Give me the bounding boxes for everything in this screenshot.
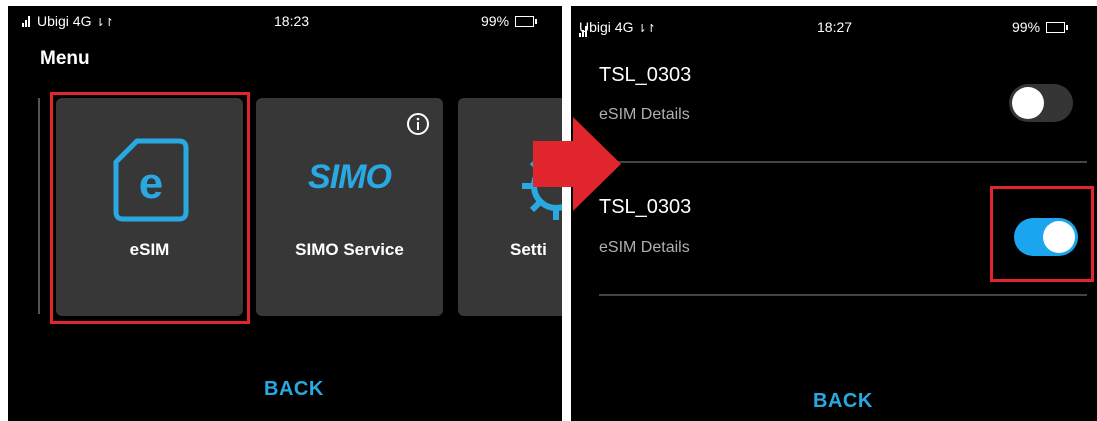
data-arrows-icon: ⇂↾ — [637, 23, 656, 35]
profile-toggle-off[interactable] — [1009, 84, 1073, 122]
battery-group: 99% — [481, 13, 538, 29]
row-divider — [599, 294, 1087, 296]
status-bar: Ubigi 4G ⇂↾ 18:27 99% — [571, 6, 1097, 37]
signal-icon — [579, 26, 591, 37]
tile-simo-service[interactable]: SIMO SIMO Service — [256, 98, 443, 316]
page-title: Menu — [40, 48, 90, 69]
scroll-edge-divider — [38, 98, 40, 314]
simo-logo-text: SIMO — [308, 158, 392, 196]
status-time: 18:27 — [817, 19, 853, 35]
status-bar: Ubigi 4G ⇂↾ 18:23 99% — [8, 6, 562, 36]
tile-label-settings: Setti — [510, 240, 547, 259]
simo-logo-icon: SIMO — [256, 158, 443, 197]
carrier-group: Ubigi 4G ⇂↾ — [579, 19, 656, 37]
menu-screen: Ubigi 4G ⇂↾ 18:23 99% Menu e eSIM SIMO SI… — [8, 6, 562, 421]
highlight-box-esim — [50, 92, 250, 324]
battery-group: 99% — [1012, 19, 1069, 35]
carrier-label: Ubigi 4G — [37, 13, 92, 29]
battery-icon — [515, 16, 538, 27]
profile-name: TSL_0303 — [599, 64, 692, 86]
status-time: 18:23 — [274, 13, 310, 29]
signal-icon — [22, 16, 34, 27]
carrier-group: Ubigi 4G ⇂↾ — [22, 13, 114, 29]
highlight-box-toggle — [990, 186, 1094, 282]
toggle-knob — [1012, 87, 1044, 119]
info-icon[interactable] — [406, 112, 430, 136]
battery-percent: 99% — [481, 13, 510, 29]
back-button[interactable]: BACK — [813, 390, 873, 413]
tile-label-simo-service: SIMO Service — [295, 240, 404, 259]
esim-profiles-screen: Ubigi 4G ⇂↾ 18:27 99% TSL_0303 eSIM Detai… — [571, 6, 1097, 421]
back-button[interactable]: BACK — [264, 378, 324, 401]
right-arrow-icon — [533, 117, 621, 211]
profile-details-link[interactable]: eSIM Details — [599, 239, 690, 257]
battery-percent: 99% — [1012, 19, 1041, 35]
data-arrows-icon: ⇂↾ — [95, 17, 114, 29]
battery-icon — [1046, 22, 1069, 33]
row-divider — [599, 161, 1087, 163]
